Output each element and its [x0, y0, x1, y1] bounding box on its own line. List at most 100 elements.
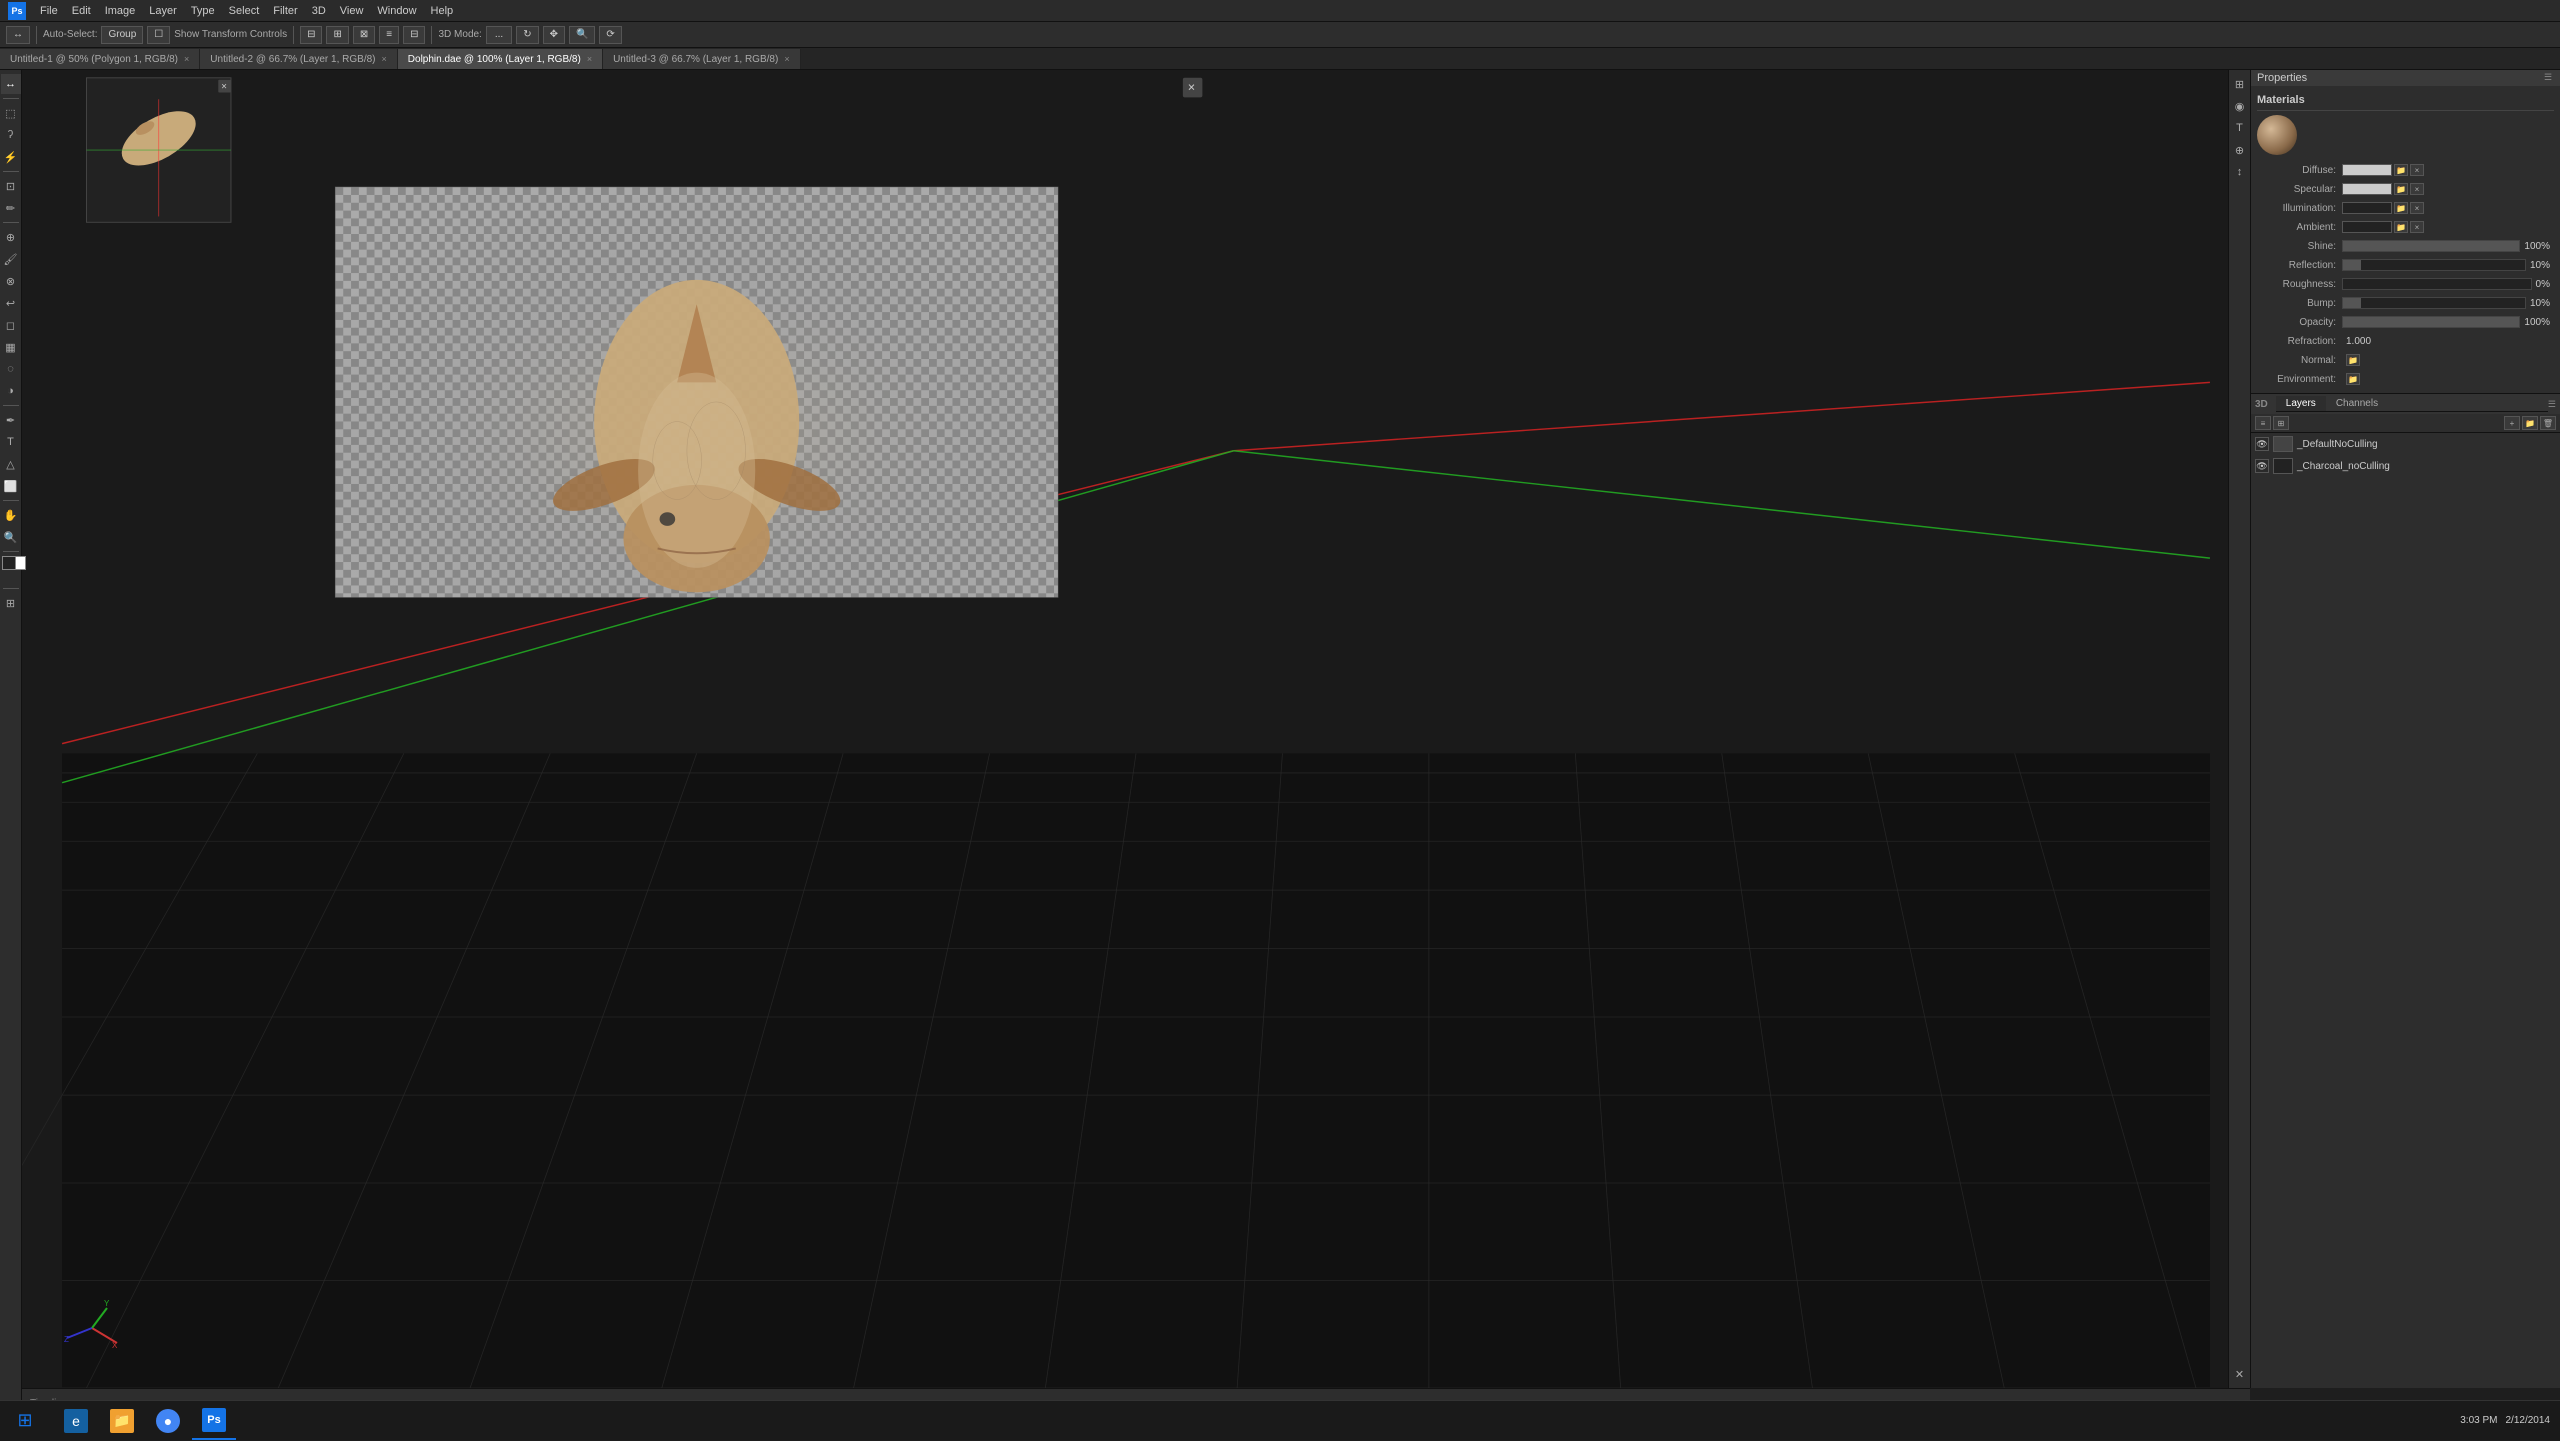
panel-menu-icon[interactable]: ☰ — [2544, 72, 2556, 84]
taskbar-explorer[interactable]: 📁 — [100, 1402, 144, 1440]
crop-tool[interactable]: ⊡ — [1, 176, 21, 196]
layers-add-btn[interactable]: + — [2504, 416, 2520, 430]
menu-file[interactable]: File — [40, 5, 58, 17]
rt-btn-3[interactable]: T — [2230, 118, 2250, 138]
menu-window[interactable]: Window — [377, 5, 416, 17]
mat-folder-normal[interactable]: 📁 — [2346, 354, 2360, 366]
3d-scene[interactable]: × × X Y Z — [22, 70, 2250, 1388]
move-tool-btn[interactable]: ↔ — [6, 26, 30, 44]
doc-tab-0[interactable]: Untitled-1 @ 50% (Polygon 1, RGB/8) × — [0, 49, 200, 69]
gradient-tool[interactable]: ▦ — [1, 337, 21, 357]
menu-help[interactable]: Help — [431, 5, 454, 17]
history-tool[interactable]: ↩ — [1, 293, 21, 313]
layer-row-1[interactable]: 👁 _Charcoal_noCulling — [2251, 455, 2560, 477]
mat-folder-ambient[interactable]: 📁 — [2394, 221, 2408, 233]
rt-btn-5[interactable]: ↕ — [2230, 162, 2250, 182]
mat-slider-shine[interactable] — [2342, 240, 2520, 252]
path-tool[interactable]: △ — [1, 454, 21, 474]
3d-mode-dropdown[interactable]: ... — [486, 26, 512, 44]
mat-clear-diffuse[interactable]: × — [2410, 164, 2424, 176]
pen-tool[interactable]: ✒ — [1, 410, 21, 430]
mat-swatch-diffuse[interactable] — [2342, 164, 2392, 176]
mat-folder-diffuse[interactable]: 📁 — [2394, 164, 2408, 176]
auto-select-dropdown[interactable]: Group — [101, 26, 143, 44]
layers-delete-btn[interactable]: 🗑 — [2540, 416, 2556, 430]
align-btn-5[interactable]: ⊟ — [403, 26, 425, 44]
taskbar-ie[interactable]: e — [54, 1402, 98, 1440]
lasso-tool[interactable]: ʔ — [1, 125, 21, 145]
align-btn-4[interactable]: ≡ — [379, 26, 399, 44]
tab-label-1: Untitled-2 @ 66.7% (Layer 1, RGB/8) — [210, 54, 375, 65]
hand-tool[interactable]: ✋ — [1, 505, 21, 525]
tab-close-1[interactable]: × — [382, 54, 387, 64]
extra-tools[interactable]: ⊞ — [1, 593, 21, 613]
type-tool[interactable]: T — [1, 432, 21, 452]
layer-row-0[interactable]: 👁 _DefaultNoCulling — [2251, 433, 2560, 455]
menu-type[interactable]: Type — [191, 5, 215, 17]
eraser-tool[interactable]: ◻ — [1, 315, 21, 335]
menu-select[interactable]: Select — [229, 5, 260, 17]
mat-swatch-ambient[interactable] — [2342, 221, 2392, 233]
menu-layer[interactable]: Layer — [149, 5, 177, 17]
layer-eye-1[interactable]: 👁 — [2255, 459, 2269, 473]
3d-roll-btn[interactable]: ⟳ — [599, 26, 621, 44]
stamp-tool[interactable]: ⊗ — [1, 271, 21, 291]
blur-tool[interactable]: ◌ — [1, 359, 21, 379]
3d-pan-btn[interactable]: ✥ — [543, 26, 565, 44]
menu-3d[interactable]: 3D — [312, 5, 326, 17]
healing-tool[interactable]: ⊕ — [1, 227, 21, 247]
eyedropper-tool[interactable]: ✏ — [1, 198, 21, 218]
rt-btn-6[interactable]: ✕ — [2230, 1364, 2250, 1384]
mat-slider-reflection[interactable] — [2342, 259, 2526, 271]
rt-btn-4[interactable]: ⊕ — [2230, 140, 2250, 160]
doc-tab-3[interactable]: Untitled-3 @ 66.7% (Layer 1, RGB/8) × — [603, 49, 801, 69]
doc-tab-1[interactable]: Untitled-2 @ 66.7% (Layer 1, RGB/8) × — [200, 49, 398, 69]
dodge-tool[interactable]: ◑ — [1, 381, 21, 401]
layers-grid-btn[interactable]: ⊞ — [2273, 416, 2289, 430]
align-btn-3[interactable]: ⊠ — [353, 26, 375, 44]
mat-swatch-specular[interactable] — [2342, 183, 2392, 195]
mat-clear-specular[interactable]: × — [2410, 183, 2424, 195]
material-sphere[interactable] — [2257, 115, 2297, 155]
menu-image[interactable]: Image — [105, 5, 136, 17]
menu-edit[interactable]: Edit — [72, 5, 91, 17]
taskbar-chrome[interactable]: ● — [146, 1402, 190, 1440]
move-tool[interactable]: ↔ — [1, 74, 21, 94]
layers-list-btn[interactable]: ≡ — [2255, 416, 2271, 430]
3d-orbit-btn[interactable]: ↻ — [516, 26, 538, 44]
mat-swatch-illumination[interactable] — [2342, 202, 2392, 214]
mat-slider-opacity[interactable] — [2342, 316, 2520, 328]
zoom-tool[interactable]: 🔍 — [1, 527, 21, 547]
rt-btn-2[interactable]: ◉ — [2230, 96, 2250, 116]
shape-tool[interactable]: ⬜ — [1, 476, 21, 496]
layer-eye-0[interactable]: 👁 — [2255, 437, 2269, 451]
mat-clear-illumination[interactable]: × — [2410, 202, 2424, 214]
mat-clear-ambient[interactable]: × — [2410, 221, 2424, 233]
start-button[interactable]: ⊞ — [0, 1401, 50, 1441]
mat-folder-env[interactable]: 📁 — [2346, 373, 2360, 385]
layers-panel-menu[interactable]: ☰ — [2548, 399, 2556, 410]
mat-folder-specular[interactable]: 📁 — [2394, 183, 2408, 195]
selection-tool[interactable]: ⬚ — [1, 103, 21, 123]
rt-btn-1[interactable]: ⊞ — [2230, 74, 2250, 94]
taskbar-photoshop[interactable]: Ps — [192, 1402, 236, 1440]
menu-filter[interactable]: Filter — [273, 5, 297, 17]
transform-controls-btn[interactable]: ☐ — [147, 26, 170, 44]
layers-tab-layers[interactable]: Layers — [2276, 396, 2326, 411]
tab-close-3[interactable]: × — [784, 54, 789, 64]
mat-folder-illumination[interactable]: 📁 — [2394, 202, 2408, 214]
magic-wand-tool[interactable]: ⚡ — [1, 147, 21, 167]
align-btn-2[interactable]: ⊞ — [326, 26, 348, 44]
align-btn-1[interactable]: ⊟ — [300, 26, 322, 44]
foreground-color[interactable] — [2, 556, 16, 570]
layers-folder-btn[interactable]: 📁 — [2522, 416, 2538, 430]
brush-tool[interactable]: 🖌 — [1, 249, 21, 269]
layers-tab-channels[interactable]: Channels — [2326, 396, 2388, 411]
mat-slider-bump[interactable] — [2342, 297, 2526, 309]
tab-close-2[interactable]: × — [587, 54, 592, 64]
mat-slider-roughness[interactable] — [2342, 278, 2532, 290]
menu-view[interactable]: View — [340, 5, 364, 17]
doc-tab-2[interactable]: Dolphin.dae @ 100% (Layer 1, RGB/8) × — [398, 49, 603, 69]
3d-zoom-btn[interactable]: 🔍 — [569, 26, 595, 44]
tab-close-0[interactable]: × — [184, 54, 189, 64]
